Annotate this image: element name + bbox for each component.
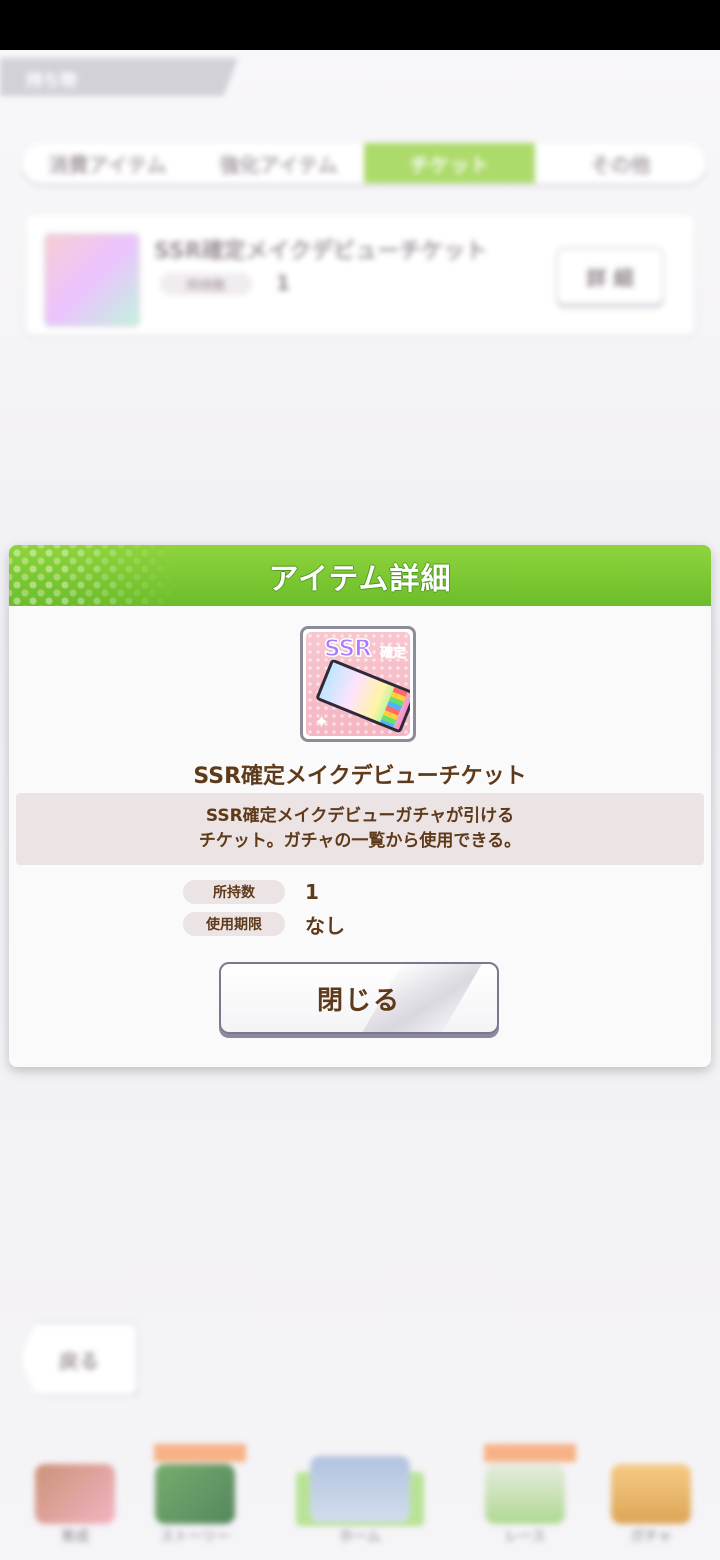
item-description: SSR確定メイクデビューガチャが引ける チケット。ガチャの一覧から使用できる。 <box>16 793 704 865</box>
description-line: チケット。ガチャの一覧から使用できる。 <box>198 831 522 851</box>
status-bar <box>0 0 720 50</box>
ticket-graphic <box>315 658 410 734</box>
dialog-title: アイテム詳細 <box>268 561 452 597</box>
item-name: SSR確定メイクデビューチケット <box>193 764 527 789</box>
description-line: SSR確定メイクデビューガチャが引ける <box>205 806 515 826</box>
stat-value: 1 <box>305 880 319 904</box>
dialog-header: アイテム詳細 <box>9 545 711 606</box>
item-detail-dialog: アイテム詳細 SSR 確定 ✦ SSR確定メイクデビューチケット SSR確定メイ… <box>9 545 711 1067</box>
stat-value: なし <box>305 913 345 938</box>
item-icon-frame: SSR 確定 ✦ <box>300 626 416 742</box>
close-button-label: 閉じる <box>316 985 401 1016</box>
stat-owned: 所持数 1 <box>183 879 319 905</box>
kakutei-text: 確定 <box>380 646 407 662</box>
stat-expiry: 使用期限 なし <box>183 911 345 938</box>
ssr-ticket-icon: SSR 確定 ✦ <box>306 632 410 736</box>
stat-label: 所持数 <box>183 880 285 904</box>
ticket-stub <box>380 686 408 728</box>
ssr-text: SSR <box>323 635 372 663</box>
stat-label: 使用期限 <box>183 912 285 936</box>
sparkle-icon: ✦ <box>314 712 330 733</box>
close-button[interactable]: 閉じる <box>219 962 499 1034</box>
